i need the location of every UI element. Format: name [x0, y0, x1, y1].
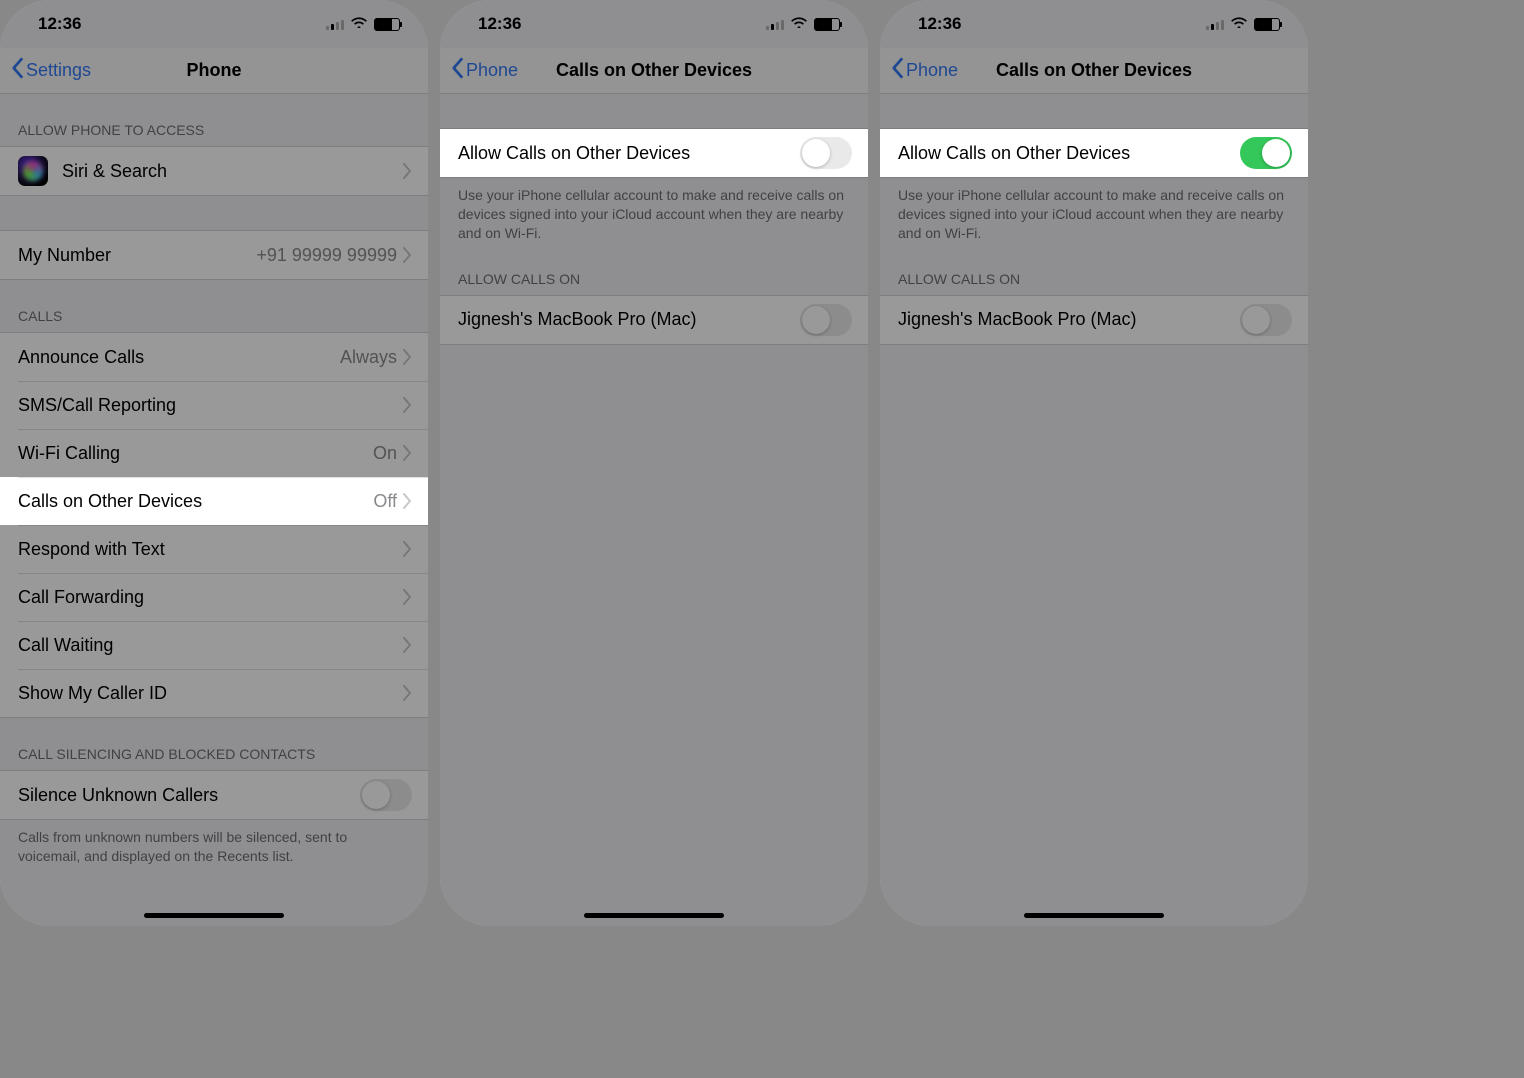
back-label: Settings [26, 60, 91, 81]
cell-value: On [373, 443, 397, 464]
cell-label: My Number [18, 245, 256, 266]
cell-announce-calls[interactable]: Announce Calls Always [0, 333, 428, 381]
cell-label: SMS/Call Reporting [18, 395, 403, 416]
cell-label: Announce Calls [18, 347, 340, 368]
cell-silence-unknown[interactable]: Silence Unknown Callers [0, 771, 428, 819]
status-bar: 12:36 [880, 0, 1308, 48]
footer-silence: Calls from unknown numbers will be silen… [0, 820, 428, 878]
toggle-device-macbook[interactable] [800, 304, 852, 336]
toggle-device-macbook[interactable] [1240, 304, 1292, 336]
cell-label: Wi-Fi Calling [18, 443, 373, 464]
cell-call-waiting[interactable]: Call Waiting [0, 621, 428, 669]
wifi-icon [790, 14, 808, 34]
cell-label: Siri & Search [62, 161, 403, 182]
chevron-right-icon [403, 247, 412, 263]
cell-siri-search[interactable]: Siri & Search [0, 147, 428, 195]
section-header-access: ALLOW PHONE TO ACCESS [0, 94, 428, 146]
back-label: Phone [906, 60, 958, 81]
cell-respond-text[interactable]: Respond with Text [0, 525, 428, 573]
cell-my-number[interactable]: My Number +91 99999 99999 [0, 231, 428, 279]
cell-value: +91 99999 99999 [256, 245, 397, 266]
toggle-allow-calls[interactable] [1240, 137, 1292, 169]
battery-icon [374, 18, 400, 31]
chevron-right-icon [403, 685, 412, 701]
chevron-right-icon [403, 445, 412, 461]
status-bar: 12:36 [0, 0, 428, 48]
chevron-left-icon [450, 57, 464, 84]
section-header-calls: CALLS [0, 280, 428, 332]
cell-label: Silence Unknown Callers [18, 785, 360, 806]
cell-call-forwarding[interactable]: Call Forwarding [0, 573, 428, 621]
chevron-right-icon [403, 541, 412, 557]
battery-icon [1254, 18, 1280, 31]
cell-label: Allow Calls on Other Devices [898, 143, 1240, 164]
cell-device-macbook[interactable]: Jignesh's MacBook Pro (Mac) [440, 296, 868, 344]
status-time: 12:36 [478, 14, 521, 34]
cell-wifi-calling[interactable]: Wi-Fi Calling On [0, 429, 428, 477]
cell-value: Off [373, 491, 397, 512]
cell-label: Allow Calls on Other Devices [458, 143, 800, 164]
signal-icon [326, 18, 344, 30]
cell-calls-other-devices[interactable]: Calls on Other Devices Off [0, 477, 428, 525]
cell-value: Always [340, 347, 397, 368]
toggle-silence-unknown[interactable] [360, 779, 412, 811]
cell-label: Jignesh's MacBook Pro (Mac) [458, 309, 800, 330]
chevron-left-icon [10, 57, 24, 84]
footer-allow: Use your iPhone cellular account to make… [440, 178, 868, 255]
cell-label: Call Forwarding [18, 587, 403, 608]
footer-allow: Use your iPhone cellular account to make… [880, 178, 1308, 255]
wifi-icon [350, 14, 368, 34]
cell-label: Calls on Other Devices [18, 491, 373, 512]
chevron-right-icon [403, 493, 412, 509]
nav-bar: Settings Phone [0, 48, 428, 94]
chevron-right-icon [403, 589, 412, 605]
battery-icon [814, 18, 840, 31]
cell-label: Show My Caller ID [18, 683, 403, 704]
back-button[interactable]: Settings [10, 57, 91, 84]
section-header-devices: ALLOW CALLS ON [880, 255, 1308, 295]
cell-label: Jignesh's MacBook Pro (Mac) [898, 309, 1240, 330]
chevron-right-icon [403, 163, 412, 179]
screen-calls-other-devices-off: 12:36 Phone Calls on Other Devices Allow… [440, 0, 868, 926]
status-bar: 12:36 [440, 0, 868, 48]
chevron-right-icon [403, 397, 412, 413]
home-indicator[interactable] [1024, 913, 1164, 918]
back-button[interactable]: Phone [450, 57, 518, 84]
siri-icon [18, 156, 48, 186]
cell-allow-calls-other-devices[interactable]: Allow Calls on Other Devices [440, 129, 868, 177]
nav-bar: Phone Calls on Other Devices [440, 48, 868, 94]
cell-label: Call Waiting [18, 635, 403, 656]
chevron-right-icon [403, 349, 412, 365]
signal-icon [766, 18, 784, 30]
nav-bar: Phone Calls on Other Devices [880, 48, 1308, 94]
home-indicator[interactable] [144, 913, 284, 918]
status-time: 12:36 [38, 14, 81, 34]
section-header-silencing: CALL SILENCING AND BLOCKED CONTACTS [0, 718, 428, 770]
section-header-devices: ALLOW CALLS ON [440, 255, 868, 295]
cell-device-macbook[interactable]: Jignesh's MacBook Pro (Mac) [880, 296, 1308, 344]
toggle-allow-calls[interactable] [800, 137, 852, 169]
screen-phone-settings: 12:36 Settings Phone ALLOW PHONE TO ACCE… [0, 0, 428, 926]
cell-allow-calls-other-devices[interactable]: Allow Calls on Other Devices [880, 129, 1308, 177]
chevron-left-icon [890, 57, 904, 84]
home-indicator[interactable] [584, 913, 724, 918]
signal-icon [1206, 18, 1224, 30]
chevron-right-icon [403, 637, 412, 653]
cell-sms-reporting[interactable]: SMS/Call Reporting [0, 381, 428, 429]
screen-calls-other-devices-on: 12:36 Phone Calls on Other Devices Allow… [880, 0, 1308, 926]
cell-show-caller-id[interactable]: Show My Caller ID [0, 669, 428, 717]
back-button[interactable]: Phone [890, 57, 958, 84]
back-label: Phone [466, 60, 518, 81]
wifi-icon [1230, 14, 1248, 34]
cell-label: Respond with Text [18, 539, 403, 560]
status-time: 12:36 [918, 14, 961, 34]
